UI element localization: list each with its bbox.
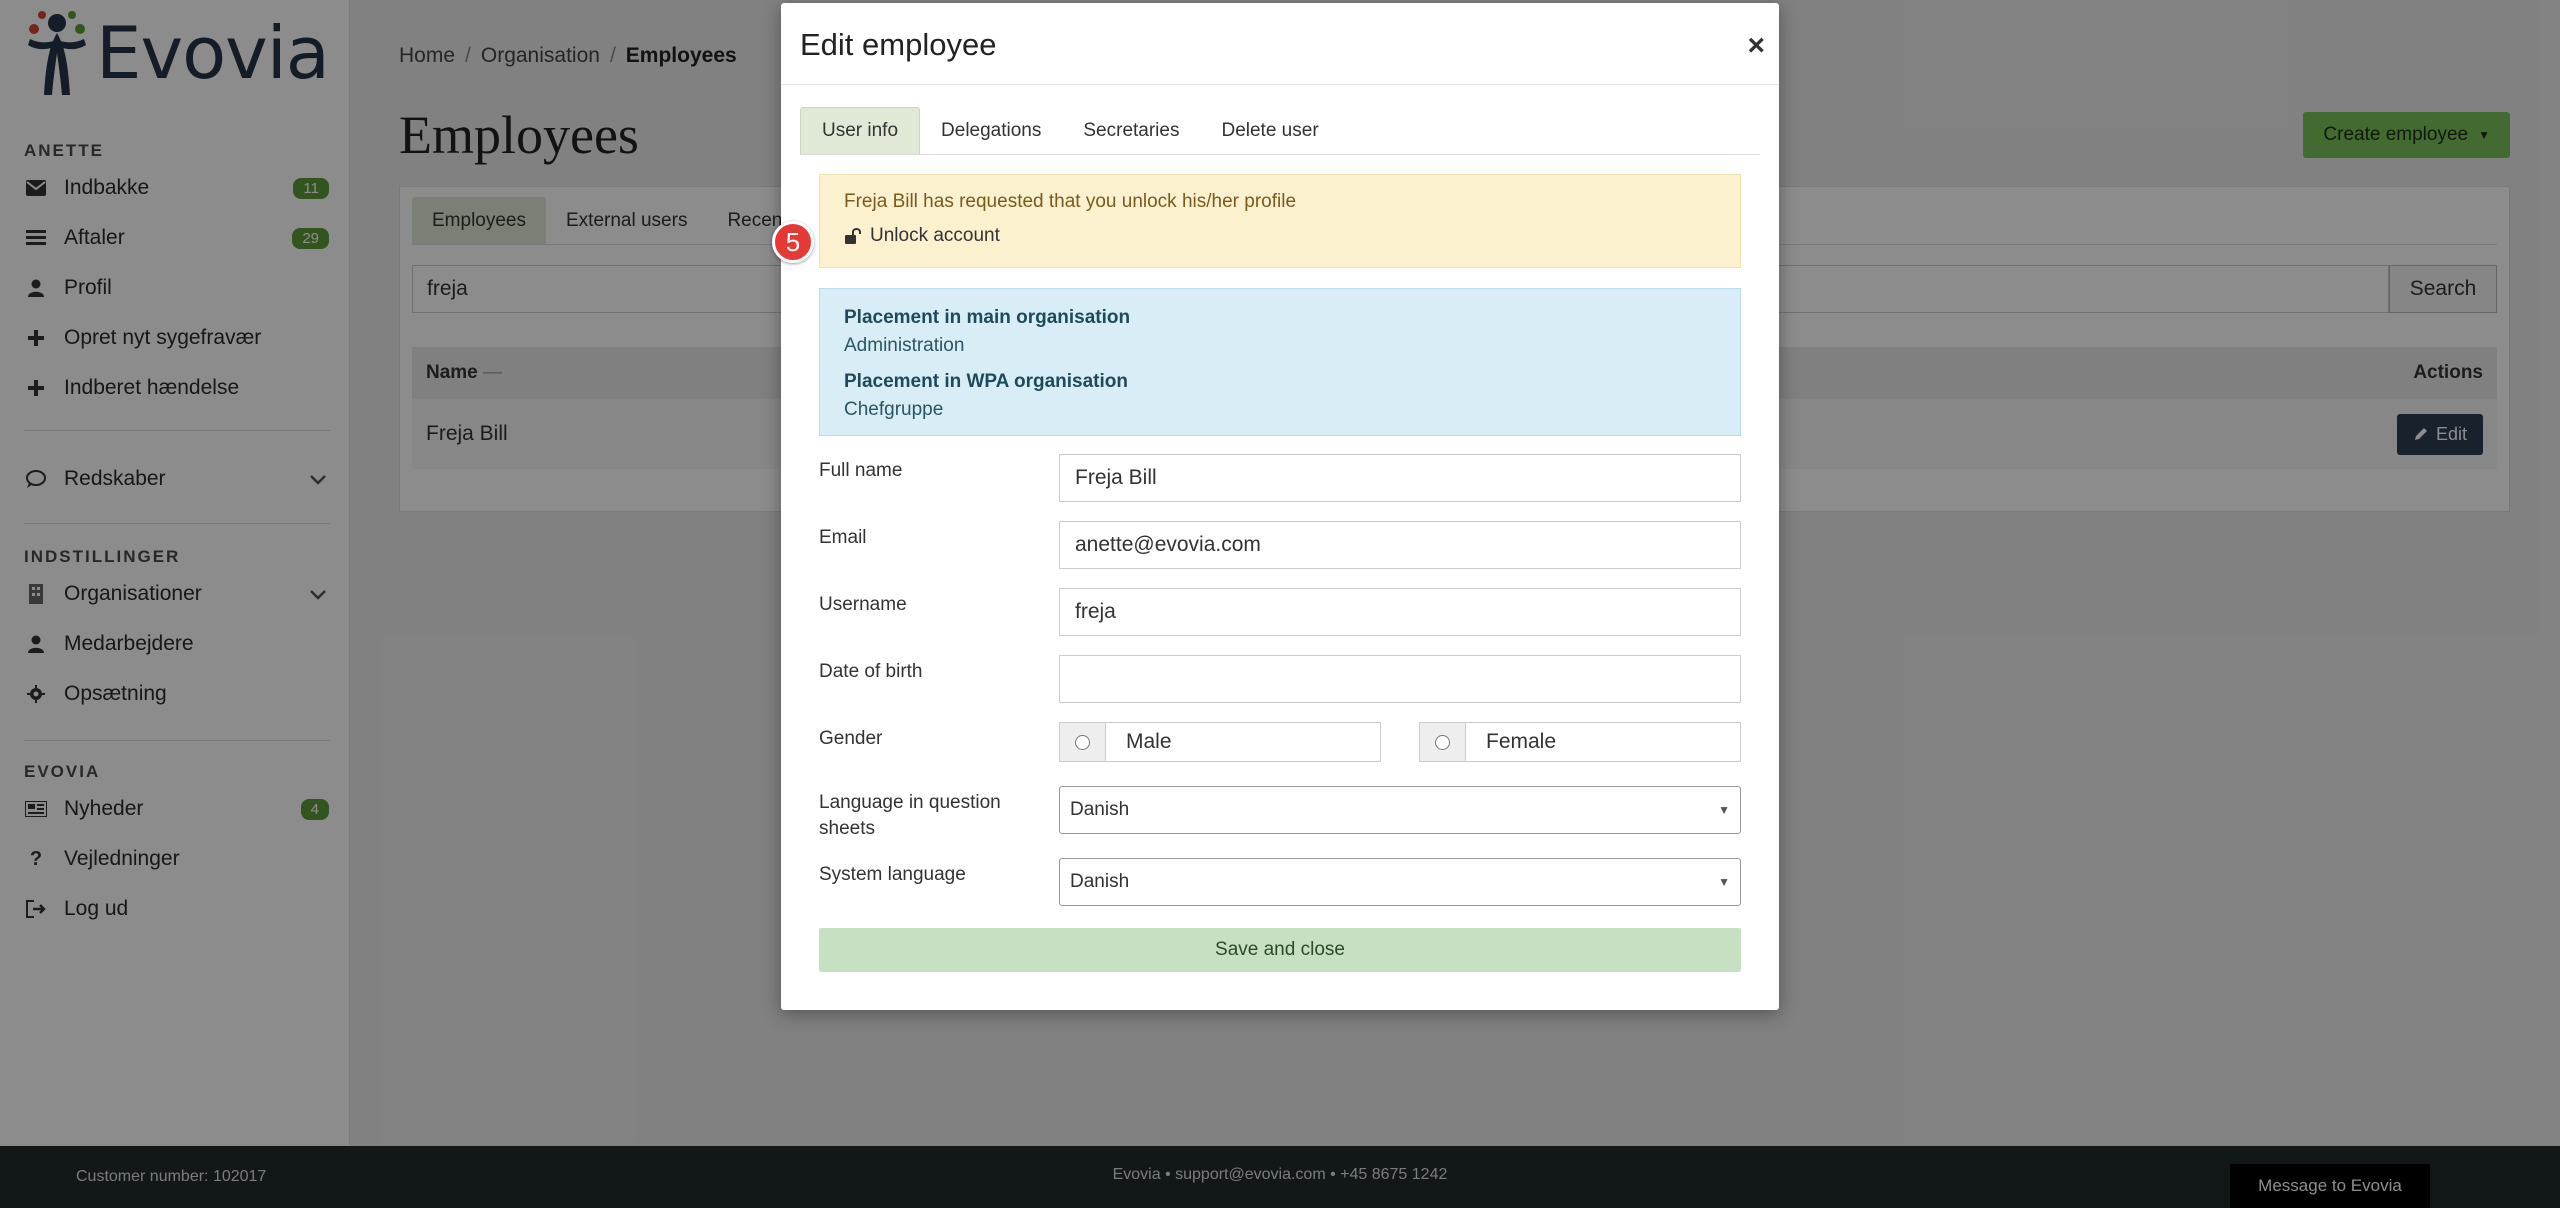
gender-female-option[interactable]: Female [1419, 722, 1741, 762]
wpa-org-value: Chefgruppe [844, 399, 944, 420]
username-row: Username freja [819, 588, 1741, 638]
step-marker-badge: 5 [772, 221, 814, 263]
gender-label: Gender [819, 728, 883, 749]
gender-male-label: Male [1126, 730, 1172, 753]
main-org-value: Administration [844, 335, 965, 356]
email-input[interactable]: anette@evovia.com [1059, 521, 1741, 569]
question-language-select[interactable]: Danish ▼ [1059, 786, 1741, 834]
unlock-request-alert: Freja Bill has requested that you unlock… [819, 174, 1741, 268]
wpa-org-label: Placement in WPA organisation [844, 371, 1128, 392]
full-name-row: Full name Freja Bill [819, 454, 1741, 504]
dob-label: Date of birth [819, 661, 923, 682]
unlock-request-text: Freja Bill has requested that you unlock… [844, 191, 1297, 212]
email-row: Email anette@evovia.com [819, 521, 1741, 571]
system-language-row: System language Danish ▼ [819, 858, 1741, 908]
main-org-label: Placement in main organisation [844, 307, 1131, 328]
question-language-label: Language in question sheets [819, 792, 1001, 839]
system-language-label: System language [819, 864, 966, 885]
username-input[interactable]: freja [1059, 588, 1741, 636]
radio-male[interactable] [1060, 723, 1106, 761]
system-language-select[interactable]: Danish ▼ [1059, 858, 1741, 906]
modal-title: Edit employee [800, 27, 997, 62]
modal-tabs: User info Delegations Secretaries Delete… [800, 107, 1760, 155]
caret-down-icon: ▼ [1718, 803, 1730, 817]
gender-row: Gender Male Female [819, 722, 1741, 772]
question-language-value: Danish [1070, 799, 1130, 820]
gender-options: Male Female [1059, 722, 1741, 772]
dob-input[interactable] [1059, 655, 1741, 703]
tab-delegations[interactable]: Delegations [920, 107, 1062, 154]
tab-secretaries[interactable]: Secretaries [1062, 107, 1200, 154]
tab-delete-user[interactable]: Delete user [1200, 107, 1339, 154]
unlock-account-link[interactable]: Unlock account [844, 225, 1716, 247]
question-language-row: Language in question sheets Danish ▼ [819, 786, 1741, 842]
close-icon[interactable]: × [1747, 29, 1765, 63]
placement-info: Placement in main organisation Administr… [819, 288, 1741, 436]
caret-down-icon: ▼ [1718, 875, 1730, 889]
unlock-icon [845, 228, 861, 244]
full-name-label: Full name [819, 460, 903, 481]
tab-user-info[interactable]: User info [800, 107, 921, 154]
radio-female[interactable] [1420, 723, 1466, 761]
modal-header: Edit employee × [781, 3, 1779, 85]
username-label: Username [819, 594, 907, 615]
unlock-account-label: Unlock account [870, 225, 1000, 246]
save-and-close-button[interactable]: Save and close [819, 928, 1741, 972]
email-label: Email [819, 527, 867, 548]
edit-employee-modal: Edit employee × User info Delegations Se… [781, 3, 1779, 1010]
dob-row: Date of birth [819, 655, 1741, 705]
full-name-input[interactable]: Freja Bill [1059, 454, 1741, 502]
system-language-value: Danish [1070, 871, 1130, 892]
gender-female-label: Female [1486, 730, 1557, 753]
gender-male-option[interactable]: Male [1059, 722, 1381, 762]
